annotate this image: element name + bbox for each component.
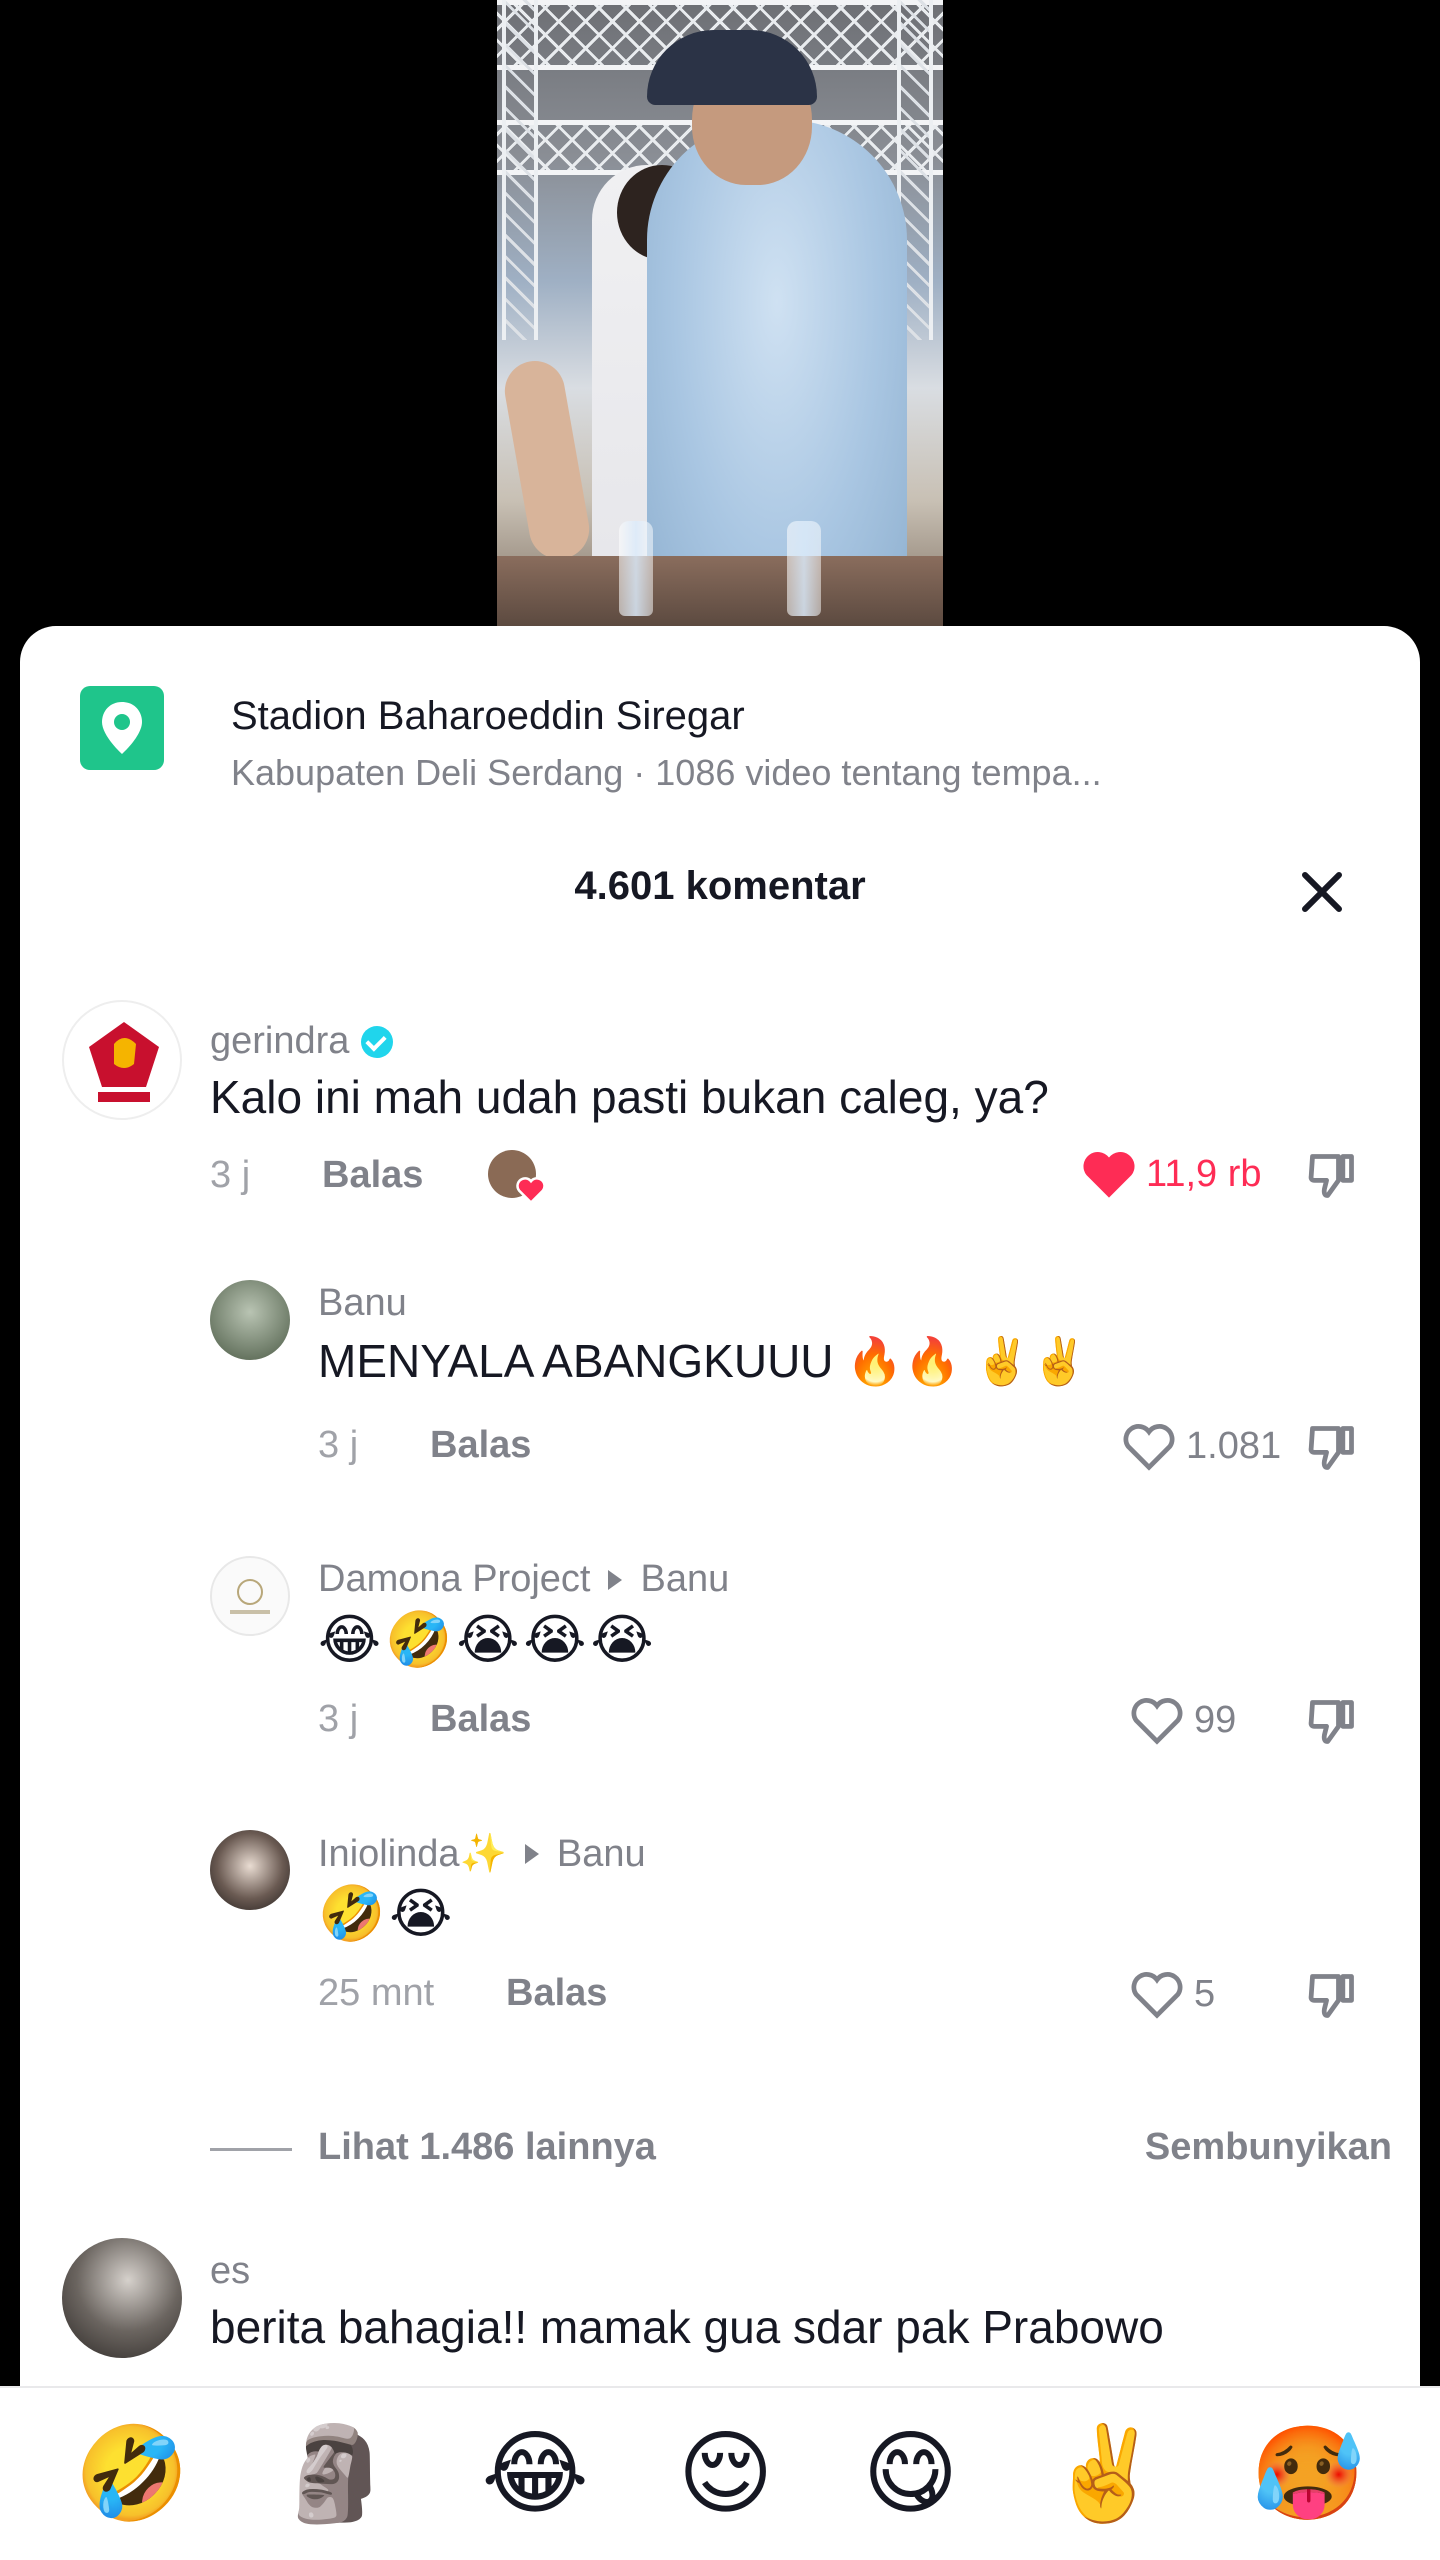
avatar[interactable] [62,1000,182,1120]
comment-username[interactable]: Damona Project Banu [318,1558,729,1601]
emoji-victory[interactable]: ✌️ [1047,2428,1162,2520]
like-button[interactable]: 11,9 rb [1080,1148,1261,1200]
reply-to-username[interactable]: Banu [557,1833,646,1876]
comment-text: 🤣😭 [318,1884,457,1944]
emoji-quick-bar: 🤣 🗿 😂 😌 😋 ✌️ 🥵 [0,2386,1440,2560]
comment-text: berita bahagia!! mamak gua sdar pak Prab… [210,2301,1164,2353]
video-player[interactable] [497,0,943,626]
video-table [497,556,943,626]
comment-username[interactable]: gerindra [210,1020,394,1063]
avatar[interactable] [210,1556,290,1636]
heart-outline-icon [1131,1698,1183,1745]
comment-time: 25 mnt [318,1972,435,2014]
comment-time: 3 j [210,1154,251,1196]
emoji-moai[interactable]: 🗿 [278,2428,393,2520]
water-bottle [619,521,653,616]
like-button[interactable]: 1.081 [1120,1420,1281,1472]
reply-item: Iniolinda✨ Banu 🤣😭 25 mnt Balas 5 [20,1824,1420,2019]
comments-sheet: Stadion Baharoeddin Siregar Kabupaten De… [20,626,1420,2560]
like-button[interactable]: 5 [1128,1968,1215,2020]
reply-arrow-icon [608,1569,623,1590]
verified-badge-icon [361,1025,394,1058]
close-icon[interactable] [1290,860,1354,924]
like-count: 5 [1194,1972,1216,2015]
reply-arrow-icon [524,1844,539,1864]
comment-time: 3 j [318,1698,359,1740]
username-text: gerindra [210,1020,350,1062]
username-text: es [210,2250,251,2292]
heart-outline-icon [1123,1424,1175,1471]
dislike-icon[interactable] [1304,1148,1360,1204]
heart-outline-icon [1131,1972,1183,2019]
comment-username[interactable]: Iniolinda✨ Banu [318,1832,646,1876]
emoji-rofl[interactable]: 🤣 [74,2428,189,2520]
creator-liked-avatar [488,1150,546,1204]
comment-username[interactable]: es [210,2250,250,2293]
reply-button[interactable]: Balas [506,1972,607,2015]
avatar[interactable] [210,1280,290,1360]
video-hand [500,356,594,564]
dislike-icon[interactable] [1304,1968,1360,2024]
username-text: Damona Project [318,1558,591,1600]
comments-header: 4.601 komentar [20,856,1420,936]
emoji-yum[interactable]: 😋 [863,2428,959,2520]
comment-text: Kalo ini mah udah pasti bukan caleg, ya? [210,1071,1049,1123]
location-pin-icon [80,686,164,770]
dislike-icon[interactable] [1304,1420,1360,1476]
reply-item: Damona Project Banu 😂🤣😭😭😭 3 j Balas 99 [20,1550,1420,1745]
emoji-joy[interactable]: 😂 [481,2428,589,2520]
reply-item: Banu MENYALA ABANGKUUU 🔥🔥 ✌️✌️ 3 j Balas… [20,1274,1420,1471]
avatar[interactable] [210,1830,290,1910]
username-text: Banu [318,1282,407,1324]
heart-filled-icon [1083,1152,1135,1198]
location-subtitle: Kabupaten Deli Serdang · 1086 video tent… [231,752,1102,793]
like-count: 99 [1194,1698,1237,1741]
comment-time: 3 j [318,1424,359,1466]
like-count: 11,9 rb [1146,1152,1262,1195]
comment-text: 😂🤣😭😭😭 [318,1610,658,1670]
comment-text: MENYALA ABANGKUUU 🔥🔥 ✌️✌️ [318,1335,1089,1387]
stage-truss [502,0,538,340]
water-bottle [787,521,821,616]
emoji-relieved[interactable]: 😌 [678,2428,774,2520]
reply-to-username[interactable]: Banu [640,1558,729,1601]
location-title: Stadion Baharoeddin Siregar [231,694,745,738]
video-person [647,120,907,626]
username-text: Iniolinda✨ [318,1833,507,1875]
replies-controls: Lihat 1.486 lainnya Sembunyikan [210,2120,1392,2180]
emoji-hot-face[interactable]: 🥵 [1251,2428,1366,2520]
like-count: 1.081 [1186,1424,1282,1467]
hide-replies-button[interactable]: Sembunyikan [1145,2126,1392,2169]
avatar[interactable] [62,2238,182,2358]
comment-count: 4.601 komentar [574,864,866,908]
reply-button[interactable]: Balas [322,1154,423,1197]
location-card[interactable]: Stadion Baharoeddin Siregar Kabupaten De… [80,678,1360,793]
comment-item: gerindra Kalo ini mah udah pasti bukan c… [20,988,1420,1204]
reply-button[interactable]: Balas [430,1424,531,1467]
dislike-icon[interactable] [1304,1694,1360,1750]
view-more-replies-button[interactable]: Lihat 1.486 lainnya [318,2126,656,2169]
reply-button[interactable]: Balas [430,1698,531,1741]
divider [210,2148,292,2151]
like-button[interactable]: 99 [1128,1694,1236,1746]
comment-username[interactable]: Banu [318,1282,407,1325]
